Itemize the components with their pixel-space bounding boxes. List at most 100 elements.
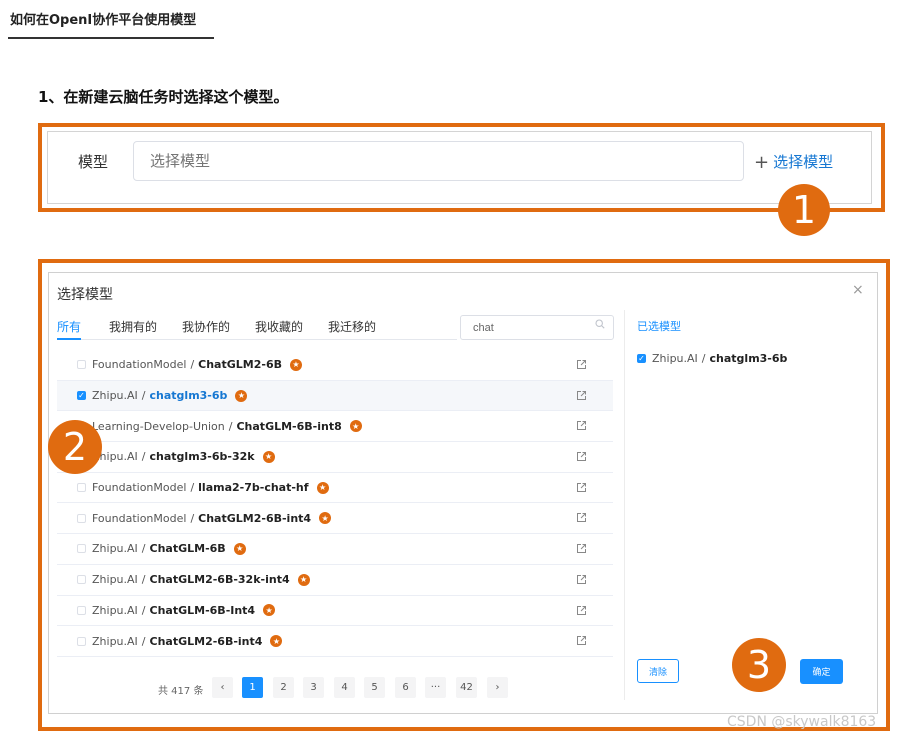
star-badge-icon: ★ xyxy=(316,481,329,494)
separator: / xyxy=(190,481,195,495)
checkbox[interactable] xyxy=(77,544,86,554)
model-search-input[interactable] xyxy=(460,315,614,340)
model-owner: Learning-Develop-Union xyxy=(92,419,225,433)
external-link-icon[interactable] xyxy=(576,512,587,523)
checkbox[interactable] xyxy=(77,575,86,585)
star-badge-icon: ★ xyxy=(263,604,276,617)
model-label: 模型 xyxy=(78,153,109,171)
select-model-link-label: 选择模型 xyxy=(773,153,834,171)
model-owner: Zhipu.AI xyxy=(92,573,138,587)
checkbox[interactable] xyxy=(77,360,86,370)
separator: / xyxy=(190,511,195,525)
prev-page-button[interactable]: ‹ xyxy=(212,677,233,698)
next-page-button[interactable]: › xyxy=(487,677,508,698)
checkbox[interactable] xyxy=(77,605,86,615)
external-link-icon[interactable] xyxy=(576,390,587,401)
tab-all[interactable]: 所有 xyxy=(57,318,81,335)
page-button[interactable]: 2 xyxy=(273,677,294,698)
selected-model-name: chatglm3-6b xyxy=(709,352,788,365)
tab-owned[interactable]: 我拥有的 xyxy=(109,318,157,335)
star-badge-icon: ★ xyxy=(349,420,362,433)
model-owner: FoundationModel xyxy=(92,481,187,495)
separator: / xyxy=(141,450,146,464)
model-name: ChatGLM2-6B-int4 xyxy=(149,634,263,648)
model-list: FoundationModel / ChatGLM2-6B ★ ✓ Zhipu.AI / ch… xyxy=(57,350,613,657)
more-pages-button[interactable]: ··· xyxy=(425,677,446,698)
separator: / xyxy=(701,352,706,365)
checkbox[interactable] xyxy=(77,513,86,523)
star-badge-icon: ★ xyxy=(270,635,283,648)
separator: / xyxy=(141,389,146,403)
page-button[interactable]: 3 xyxy=(303,677,324,698)
model-owner: FoundationModel xyxy=(92,358,187,372)
model-name: ChatGLM2-6B-32k-int4 xyxy=(149,573,290,587)
separator: / xyxy=(228,419,233,433)
separator: / xyxy=(190,358,195,372)
dialog-column-divider xyxy=(624,310,625,700)
close-icon[interactable]: × xyxy=(852,282,864,298)
external-link-icon[interactable] xyxy=(576,635,587,646)
star-badge-icon: ★ xyxy=(233,542,246,555)
star-badge-icon: ★ xyxy=(297,573,310,586)
model-row[interactable]: Zhipu.AI / ChatGLM2-6B-int4 ★ xyxy=(57,626,613,657)
model-row[interactable]: FoundationModel / llama2-7b-chat-hf ★ xyxy=(57,473,613,504)
external-link-icon[interactable] xyxy=(576,359,587,370)
step1-heading: 1、在新建云脑任务时选择这个模型。 xyxy=(38,88,289,106)
model-owner: FoundationModel xyxy=(92,511,187,525)
confirm-button[interactable]: 确定 xyxy=(800,659,843,684)
title-underline xyxy=(8,37,214,39)
model-row[interactable]: Zhipu.AI / chatglm3-6b-32k ★ xyxy=(57,442,613,473)
model-name: llama2-7b-chat-hf xyxy=(198,481,309,495)
page-button[interactable]: 5 xyxy=(364,677,385,698)
model-name: ChatGLM-6B-Int4 xyxy=(149,603,256,617)
select-model-link[interactable]: + 选择模型 xyxy=(754,151,834,173)
model-row[interactable]: Learning-Develop-Union / ChatGLM-6B-int8 ★ xyxy=(57,411,613,443)
separator: / xyxy=(141,542,146,556)
external-link-icon[interactable] xyxy=(576,420,587,431)
plus-icon: + xyxy=(754,152,770,173)
step-badge-3: 3 xyxy=(732,638,786,692)
separator: / xyxy=(141,634,146,648)
step-badge-2: 2 xyxy=(48,420,102,474)
model-row[interactable]: FoundationModel / ChatGLM2-6B-int4 ★ xyxy=(57,503,613,535)
checkbox[interactable] xyxy=(77,636,86,646)
tab-migrated[interactable]: 我迁移的 xyxy=(328,318,376,335)
model-name: ChatGLM-6B xyxy=(149,542,226,556)
model-name: chatglm3-6b xyxy=(149,389,228,403)
active-tab-indicator xyxy=(57,338,81,340)
selected-model-item[interactable]: ✓ Zhipu.AI / chatglm3-6b xyxy=(637,352,787,365)
external-link-icon[interactable] xyxy=(576,574,587,585)
model-input[interactable] xyxy=(133,141,744,181)
model-row[interactable]: ✓ Zhipu.AI / chatglm3-6b ★ xyxy=(57,380,613,412)
model-name: ChatGLM2-6B xyxy=(198,358,282,372)
external-link-icon[interactable] xyxy=(576,605,587,616)
model-name: chatglm3-6b-32k xyxy=(149,450,255,464)
model-row[interactable]: Zhipu.AI / ChatGLM-6B-Int4 ★ xyxy=(57,596,613,627)
model-row[interactable]: Zhipu.AI / ChatGLM-6B ★ xyxy=(57,534,613,565)
external-link-icon[interactable] xyxy=(576,543,587,554)
tabs-divider xyxy=(57,339,457,340)
tab-favorited[interactable]: 我收藏的 xyxy=(255,318,303,335)
pagination-total: 共 417 条 xyxy=(158,686,204,697)
separator: / xyxy=(141,603,146,617)
clear-button[interactable]: 清除 xyxy=(637,659,679,683)
model-row[interactable]: Zhipu.AI / ChatGLM2-6B-32k-int4 ★ xyxy=(57,565,613,596)
star-badge-icon: ★ xyxy=(319,512,332,525)
watermark: CSDN @skywalk8163 xyxy=(727,714,877,730)
model-owner: Zhipu.AI xyxy=(92,603,138,617)
page-button[interactable]: 1 xyxy=(242,677,263,698)
search-icon xyxy=(595,319,605,329)
checkbox-checked-icon[interactable]: ✓ xyxy=(637,354,646,363)
star-badge-icon: ★ xyxy=(289,358,302,371)
checkbox[interactable] xyxy=(77,483,86,493)
page-button[interactable]: 4 xyxy=(334,677,355,698)
model-row[interactable]: FoundationModel / ChatGLM2-6B ★ xyxy=(57,350,613,381)
external-link-icon[interactable] xyxy=(576,451,587,462)
tab-collaborated[interactable]: 我协作的 xyxy=(182,318,230,335)
separator: / xyxy=(141,573,146,587)
external-link-icon[interactable] xyxy=(576,482,587,493)
page-button[interactable]: 42 xyxy=(456,677,477,698)
page-button[interactable]: 6 xyxy=(395,677,416,698)
checkbox-checked-icon[interactable]: ✓ xyxy=(77,391,86,401)
dialog-title: 选择模型 xyxy=(57,287,113,303)
